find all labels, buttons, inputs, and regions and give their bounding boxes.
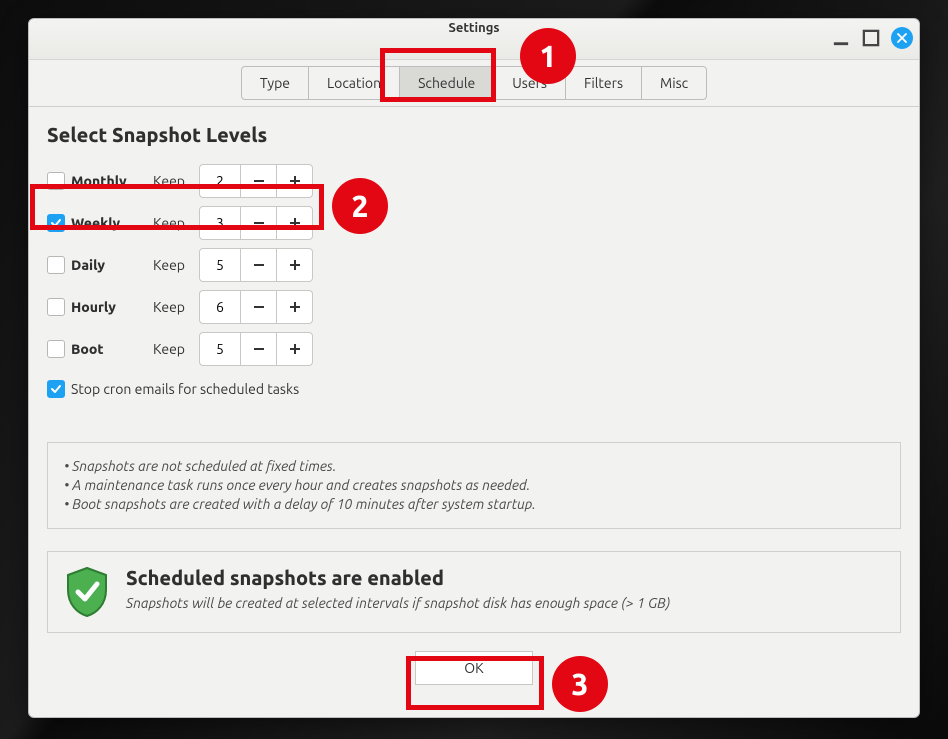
checkbox-hourly[interactable] bbox=[47, 298, 65, 316]
notes-box: • Snapshots are not scheduled at fixed t… bbox=[47, 442, 901, 529]
level-label: Boot bbox=[71, 341, 153, 357]
status-subtitle: Snapshots will be created at selected in… bbox=[126, 595, 670, 611]
tab-users[interactable]: Users bbox=[493, 66, 566, 100]
hourly-keep-spinner: 6 bbox=[199, 290, 313, 324]
checkbox-daily[interactable] bbox=[47, 256, 65, 274]
level-label: Hourly bbox=[71, 299, 153, 315]
spinner-decrement[interactable] bbox=[241, 164, 277, 198]
titlebar: Settings bbox=[29, 19, 919, 60]
tab-misc[interactable]: Misc bbox=[641, 66, 707, 100]
content-area: Select Snapshot Levels Monthly Keep 2 We… bbox=[29, 107, 919, 717]
note-line: • Boot snapshots are created with a dela… bbox=[64, 495, 884, 514]
window-title: Settings bbox=[29, 21, 919, 35]
tab-label: Users bbox=[512, 75, 547, 91]
spinner-decrement[interactable] bbox=[241, 290, 277, 324]
ok-button[interactable]: OK bbox=[415, 651, 533, 685]
spinner-decrement[interactable] bbox=[241, 248, 277, 282]
keep-label: Keep bbox=[153, 215, 199, 231]
status-text: Scheduled snapshots are enabled Snapshot… bbox=[126, 566, 670, 618]
level-label: Daily bbox=[71, 257, 153, 273]
checkbox-monthly[interactable] bbox=[47, 172, 65, 190]
keep-label: Keep bbox=[153, 257, 199, 273]
spinner-value[interactable]: 2 bbox=[199, 164, 241, 198]
tab-label: Misc bbox=[660, 75, 688, 91]
spinner-decrement[interactable] bbox=[241, 332, 277, 366]
level-row-hourly: Hourly Keep 6 bbox=[47, 286, 901, 328]
spinner-value[interactable]: 6 bbox=[199, 290, 241, 324]
keep-label: Keep bbox=[153, 341, 199, 357]
tab-schedule[interactable]: Schedule bbox=[399, 66, 494, 100]
level-row-monthly: Monthly Keep 2 bbox=[47, 160, 901, 202]
spinner-increment[interactable] bbox=[277, 332, 313, 366]
checkbox-boot[interactable] bbox=[47, 340, 65, 358]
section-title: Select Snapshot Levels bbox=[47, 123, 901, 146]
ok-button-label: OK bbox=[464, 660, 483, 676]
status-box: Scheduled snapshots are enabled Snapshot… bbox=[47, 551, 901, 633]
tab-label: Schedule bbox=[418, 75, 475, 91]
cron-row: Stop cron emails for scheduled tasks bbox=[47, 380, 901, 398]
weekly-keep-spinner: 3 bbox=[199, 206, 313, 240]
monthly-keep-spinner: 2 bbox=[199, 164, 313, 198]
spinner-increment[interactable] bbox=[277, 248, 313, 282]
cron-label: Stop cron emails for scheduled tasks bbox=[71, 381, 299, 397]
minimize-button[interactable] bbox=[831, 28, 851, 48]
dialog-footer: OK bbox=[47, 633, 901, 703]
window-controls bbox=[831, 27, 913, 49]
level-row-weekly: Weekly Keep 3 bbox=[47, 202, 901, 244]
checkbox-weekly[interactable] bbox=[47, 214, 65, 232]
spinner-value[interactable]: 5 bbox=[199, 248, 241, 282]
note-line: • Snapshots are not scheduled at fixed t… bbox=[64, 457, 884, 476]
spinner-value[interactable]: 3 bbox=[199, 206, 241, 240]
tab-label: Type bbox=[260, 75, 290, 91]
status-title: Scheduled snapshots are enabled bbox=[126, 566, 670, 589]
tab-label: Location bbox=[327, 75, 381, 91]
spinner-increment[interactable] bbox=[277, 164, 313, 198]
keep-label: Keep bbox=[153, 173, 199, 189]
level-label: Monthly bbox=[71, 173, 153, 189]
tab-type[interactable]: Type bbox=[241, 66, 309, 100]
level-label: Weekly bbox=[71, 215, 153, 231]
note-line: • A maintenance task runs once every hou… bbox=[64, 476, 884, 495]
level-row-boot: Boot Keep 5 bbox=[47, 328, 901, 370]
settings-window: Settings Type Location Schedule Users Fi… bbox=[28, 18, 920, 718]
spinner-increment[interactable] bbox=[277, 290, 313, 324]
checkbox-cron-emails[interactable] bbox=[47, 380, 65, 398]
tab-label: Filters bbox=[584, 75, 623, 91]
spinner-value[interactable]: 5 bbox=[199, 332, 241, 366]
boot-keep-spinner: 5 bbox=[199, 332, 313, 366]
close-button[interactable] bbox=[891, 27, 913, 49]
daily-keep-spinner: 5 bbox=[199, 248, 313, 282]
keep-label: Keep bbox=[153, 299, 199, 315]
maximize-button[interactable] bbox=[861, 28, 881, 48]
spinner-increment[interactable] bbox=[277, 206, 313, 240]
tab-bar: Type Location Schedule Users Filters Mis… bbox=[29, 60, 919, 107]
level-row-daily: Daily Keep 5 bbox=[47, 244, 901, 286]
shield-check-icon bbox=[64, 566, 110, 618]
spinner-decrement[interactable] bbox=[241, 206, 277, 240]
tab-filters[interactable]: Filters bbox=[565, 66, 642, 100]
tab-location[interactable]: Location bbox=[308, 66, 400, 100]
